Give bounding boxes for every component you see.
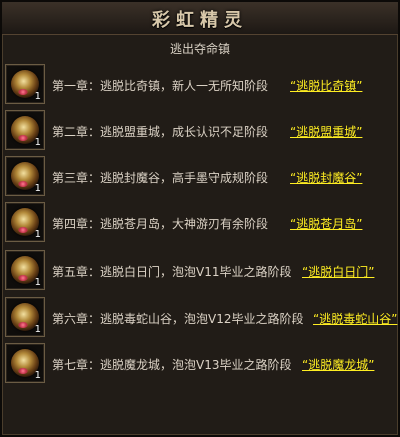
chapter-row-5: 1 第五章：逃脱白日门，泡泡V11毕业之路阶段 “逃脱白日门” [5,250,385,290]
chapter-text: 第七章：逃脱魔龙城，泡泡V13毕业之路阶段 [52,358,292,372]
chapter-text: 第六章：逃脱毒蛇山谷，泡泡V12毕业之路阶段 [52,312,304,326]
chapter-link[interactable]: “逃脱魔龙城” [302,356,374,373]
chapter-text: 第一章：逃脱比奇镇，新人一无所知阶段 [52,79,269,93]
chapter-link[interactable]: “逃脱封魔谷” [290,169,362,186]
item-slot[interactable]: 1 [5,343,45,383]
item-count: 1 [34,277,41,288]
item-count: 1 [34,137,41,148]
chapter-link[interactable]: “逃脱白日门” [302,263,374,280]
npc-dialog-panel: 彩虹精灵 逃出夺命镇 1 第一章：逃脱比奇镇，新人一无所知阶段 “逃脱比奇镇” … [0,0,400,437]
dialog-subtitle: 逃出夺命镇 [169,42,230,56]
orb-glow [18,227,28,233]
chapter-row-4: 1 第四章：逃脱苍月岛，大神游刃有余阶段 “逃脱苍月岛” [5,202,385,242]
chapter-row-1: 1 第一章：逃脱比奇镇，新人一无所知阶段 “逃脱比奇镇” [5,64,385,104]
chapter-text: 第四章：逃脱苍月岛，大神游刃有余阶段 [52,217,269,231]
item-slot[interactable]: 1 [5,250,45,290]
item-count: 1 [34,229,41,240]
chapter-text: 第三章：逃脱封魔谷，高手墨守成规阶段 [52,171,269,185]
chapter-text: 第二章：逃脱盟重城，成长认识不足阶段 [52,125,269,139]
window-title: 彩虹精灵 [152,10,248,31]
item-slot[interactable]: 1 [5,202,45,242]
title-bar: 彩虹精灵 [2,2,398,35]
item-slot[interactable]: 1 [5,297,45,337]
orb-glow [18,275,28,281]
item-slot[interactable]: 1 [5,156,45,196]
orb-glow [18,181,28,187]
item-slot[interactable]: 1 [5,110,45,150]
orb-glow [18,368,28,374]
chapter-text: 第五章：逃脱白日门，泡泡V11毕业之路阶段 [52,265,292,279]
item-count: 1 [34,183,41,194]
chapter-row-6: 1 第六章：逃脱毒蛇山谷，泡泡V12毕业之路阶段 “逃脱毒蛇山谷” [5,297,397,337]
chapter-row-3: 1 第三章：逃脱封魔谷，高手墨守成规阶段 “逃脱封魔谷” [5,156,385,196]
item-count: 1 [34,91,41,102]
chapter-row-2: 1 第二章：逃脱盟重城，成长认识不足阶段 “逃脱盟重城” [5,110,385,150]
chapter-row-7: 1 第七章：逃脱魔龙城，泡泡V13毕业之路阶段 “逃脱魔龙城” [5,343,385,383]
item-count: 1 [34,370,41,381]
item-count: 1 [34,324,41,335]
chapter-link[interactable]: “逃脱盟重城” [290,123,362,140]
chapter-link[interactable]: “逃脱毒蛇山谷” [313,310,397,327]
chapter-link[interactable]: “逃脱比奇镇” [290,77,362,94]
orb-glow [18,89,28,95]
item-slot[interactable]: 1 [5,64,45,104]
orb-glow [18,135,28,141]
chapter-link[interactable]: “逃脱苍月岛” [290,215,362,232]
orb-glow [18,322,28,328]
